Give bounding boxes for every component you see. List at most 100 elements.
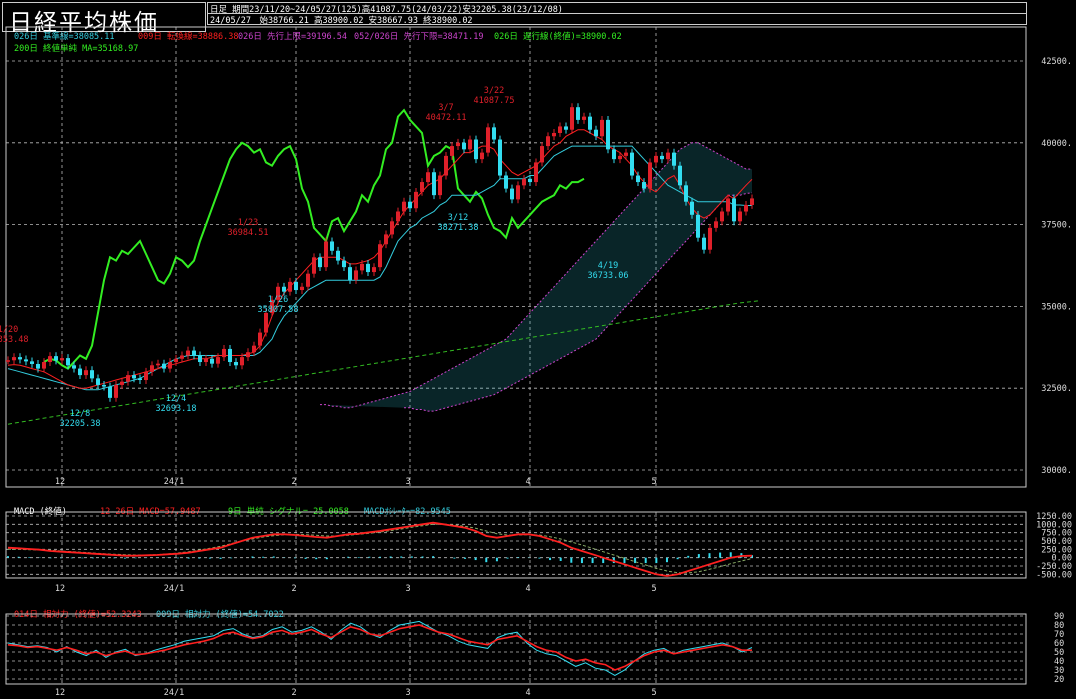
candle-body [540, 146, 544, 163]
candle-body [228, 348, 232, 363]
x-tick-label-macd: 5 [651, 584, 656, 594]
candle-body [414, 191, 418, 209]
candle-body [306, 273, 310, 287]
candle-body [246, 352, 250, 358]
candle-body [192, 350, 196, 356]
macd-panel-frame [5, 511, 1027, 579]
candle-body [468, 139, 472, 150]
candle-body [156, 363, 160, 366]
annotation-date: 1/23 [238, 218, 258, 228]
x-tick-label-rsi: 2 [291, 688, 296, 698]
candle-body [354, 270, 358, 280]
candle-body [486, 127, 490, 153]
x-tick-label-macd: 4 [525, 584, 530, 594]
candle-body [474, 139, 478, 160]
candle-body [576, 107, 580, 120]
candle-body [30, 361, 34, 364]
candle-body [606, 119, 610, 150]
x-tick-label-rsi: 24/1 [164, 688, 184, 698]
candle-body [498, 139, 502, 176]
candle-body [360, 263, 364, 271]
candle-body [330, 241, 334, 251]
y-tick-label: 35000. [1041, 302, 1072, 312]
x-tick-label-main: 3 [405, 477, 410, 487]
candle-body [696, 214, 700, 238]
candle-body [552, 132, 556, 137]
y-tick-label: 32500. [1041, 384, 1072, 394]
rsi-y-tick-label: 20 [1054, 675, 1064, 685]
candle-body [726, 198, 730, 212]
candle-body [408, 201, 412, 209]
candle-body [18, 357, 22, 360]
candle-body [522, 178, 526, 186]
candle-body [318, 257, 322, 268]
candle-body [282, 286, 286, 292]
candle-body [432, 172, 436, 196]
candle-body [714, 221, 718, 228]
candle-body [36, 363, 40, 369]
x-tick-label-main: 24/1 [164, 477, 184, 487]
candle-body [642, 182, 646, 189]
candle-body [534, 162, 538, 183]
rsi9-line [7, 620, 753, 676]
candle-body [114, 384, 118, 398]
candle-body [636, 175, 640, 183]
candle-body [630, 152, 634, 176]
candle-body [438, 175, 442, 196]
candle-body [678, 165, 682, 186]
candle-body [702, 237, 706, 250]
candle-body [240, 357, 244, 366]
candle-body [594, 129, 598, 137]
candle-body [654, 155, 658, 163]
candle-body [324, 241, 328, 268]
candle-body [582, 116, 586, 120]
candle-body [624, 152, 628, 156]
candle-body [120, 381, 124, 385]
x-tick-label-main: 5 [651, 477, 656, 487]
main-panel-frame [5, 26, 1027, 488]
rsi14-line [7, 624, 752, 671]
candle-body [258, 332, 262, 346]
candle-body [150, 365, 154, 372]
candle-body [216, 357, 220, 364]
annotation-date: 3/12 [448, 213, 468, 223]
candle-body [348, 267, 352, 280]
candle-body [504, 175, 508, 189]
candle-body [54, 356, 58, 361]
x-tick-label-rsi: 5 [651, 688, 656, 698]
x-tick-label-macd: 3 [405, 584, 410, 594]
x-tick-label-macd: 24/1 [164, 584, 184, 594]
candle-body [402, 201, 406, 212]
y-tick-label: 30000. [1041, 466, 1072, 476]
candle-body [732, 198, 736, 222]
candle-body [462, 142, 466, 150]
annotation-value: 35807.58 [258, 305, 299, 315]
candle-body [294, 281, 298, 291]
candle-body [138, 378, 142, 381]
x-tick-label-macd: 2 [291, 584, 296, 594]
annotation-value: 32205.38 [60, 419, 101, 429]
candle-body [204, 358, 208, 363]
y-tick-label: 40000. [1041, 139, 1072, 149]
candle-body [96, 378, 100, 385]
macd-y-tick-label: -500.00 [1036, 570, 1072, 580]
candle-body [546, 136, 550, 147]
candle-body [66, 358, 70, 366]
candle-body [744, 204, 748, 212]
candle-body [48, 356, 52, 363]
annotation-date: 1/20 [0, 325, 18, 335]
candle-body [528, 178, 532, 183]
candle-body [660, 155, 664, 160]
candle-body [618, 155, 622, 160]
candle-body [144, 371, 148, 381]
candle-body [180, 355, 184, 359]
x-tick-label-macd: 12 [55, 584, 65, 594]
annotation-value: 38271.38 [438, 223, 479, 233]
candle-body [750, 198, 754, 205]
annotation-date: 3/7 [438, 103, 453, 113]
candle-body [312, 257, 316, 274]
x-tick-label-rsi: 3 [405, 688, 410, 698]
annotation-date: 12/4 [166, 394, 186, 404]
candle-body [300, 286, 304, 291]
candle-body [234, 362, 238, 366]
